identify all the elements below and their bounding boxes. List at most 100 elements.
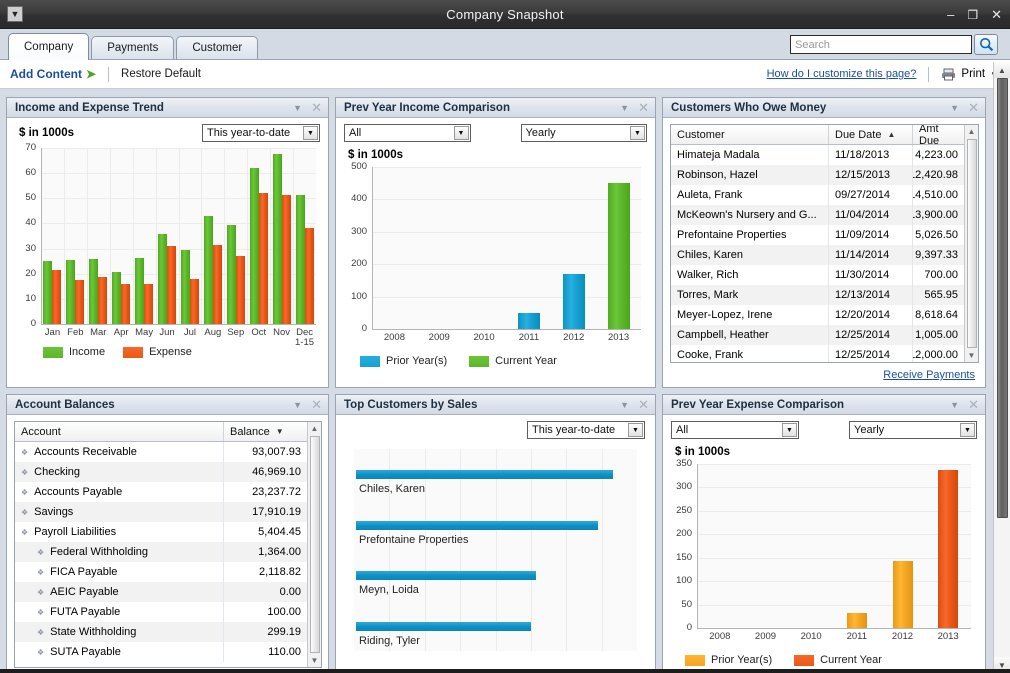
cell-account: ❖Savings <box>15 502 224 522</box>
close-icon[interactable]: ✕ <box>968 101 979 114</box>
table-row[interactable]: ❖State Withholding299.19 <box>15 622 307 642</box>
cell-due-date: 11/18/2013 <box>829 145 913 165</box>
table-row[interactable]: Torres, Mark12/13/2014565.95 <box>671 285 964 305</box>
chevron-down-icon[interactable]: ▼ <box>782 423 797 437</box>
table-row[interactable]: Auleta, Frank09/27/201414,510.00 <box>671 185 964 205</box>
column-header-balance[interactable]: Balance ▼ <box>224 422 307 441</box>
chevron-down-icon[interactable]: ▼ <box>293 400 302 410</box>
panel-body: Customer Due Date ▲ Amt Due Himateja Mad… <box>663 118 985 387</box>
add-content-button[interactable]: Add Content <box>10 67 82 81</box>
panel-body: All ▼ Yearly ▼ $ in 1000s 05010015020025… <box>663 415 985 673</box>
column-header-amt-due[interactable]: Amt Due <box>913 125 964 144</box>
scrollbar-thumb[interactable] <box>967 139 977 348</box>
table-row[interactable]: ❖Accounts Payable23,237.72 <box>15 482 307 502</box>
table-scrollbar[interactable]: ▲ ▼ <box>964 125 978 362</box>
chevron-down-icon[interactable]: ▼ <box>628 423 643 437</box>
chevron-down-icon[interactable]: ▼ <box>620 103 629 113</box>
table-row[interactable]: ❖FUTA Payable100.00 <box>15 602 307 622</box>
bar-expense-Feb <box>75 280 84 324</box>
receive-payments-link[interactable]: Receive Payments <box>883 369 975 381</box>
scroll-up-icon[interactable]: ▲ <box>311 422 319 435</box>
table-row[interactable]: Prefontaine Properties11/09/20145,026.50 <box>671 225 964 245</box>
close-icon[interactable]: ✕ <box>991 8 1002 21</box>
bar-income-May <box>135 258 144 324</box>
minimize-icon[interactable]: – <box>947 8 954 21</box>
table-row[interactable]: Himateja Madala11/18/20134,223.00 <box>671 145 964 165</box>
cell-account: ❖Accounts Receivable <box>15 442 224 462</box>
close-icon[interactable]: ✕ <box>638 101 649 114</box>
search-icon[interactable] <box>974 34 998 55</box>
category-separator <box>179 148 180 324</box>
scroll-down-icon[interactable]: ▼ <box>311 654 319 667</box>
table-scrollbar[interactable]: ▲ ▼ <box>307 422 321 667</box>
tab-customer[interactable]: Customer <box>176 36 258 59</box>
chevron-down-icon[interactable]: ▼ <box>303 126 318 140</box>
system-menu-icon[interactable]: ▼ <box>7 6 23 22</box>
interval-dropdown[interactable]: Yearly ▼ <box>521 124 648 142</box>
period-dropdown[interactable]: This year-to-date ▼ <box>527 421 645 439</box>
table-row[interactable]: ❖SUTA Payable110.00 <box>15 642 307 662</box>
table-row[interactable]: Meyer-Lopez, Irene12/20/20148,618.64 <box>671 305 964 325</box>
chevron-down-icon[interactable]: ▼ <box>293 103 302 113</box>
printer-icon[interactable] <box>941 68 956 81</box>
scroll-up-icon[interactable]: ▲ <box>968 125 976 138</box>
table-row[interactable]: Cooke, Frank12/25/201412,000.00 <box>671 345 964 362</box>
chevron-down-icon[interactable]: ▼ <box>950 103 959 113</box>
scrollbar-track[interactable] <box>994 78 1010 657</box>
period-dropdown[interactable]: This year-to-date ▼ <box>202 124 320 142</box>
cell-amt-due: 1,005.00 <box>913 325 964 345</box>
scrollbar-thumb[interactable] <box>997 78 1008 518</box>
y-axis-tick: 0 <box>663 622 692 633</box>
chevron-down-icon[interactable]: ▼ <box>960 423 975 437</box>
table-row[interactable]: Chiles, Karen11/14/20149,397.33 <box>671 245 964 265</box>
restore-default-button[interactable]: Restore Default <box>121 68 201 80</box>
cell-balance: 5,404.45 <box>224 522 307 542</box>
search-input[interactable] <box>790 35 972 54</box>
table-row[interactable]: ❖Accounts Receivable93,007.93 <box>15 442 307 462</box>
table-row[interactable]: McKeown's Nursery and G...11/04/201413,9… <box>671 205 964 225</box>
print-button[interactable]: Print <box>961 68 985 80</box>
table-row[interactable]: Campbell, Heather12/25/20141,005.00 <box>671 325 964 345</box>
cell-balance: 93,007.93 <box>224 442 307 462</box>
column-header-due-date[interactable]: Due Date ▲ <box>829 125 913 144</box>
column-header-customer[interactable]: Customer <box>671 125 829 144</box>
close-icon[interactable]: ✕ <box>638 398 649 411</box>
chevron-down-icon[interactable]: ▼ <box>454 126 469 140</box>
table-row[interactable]: ❖Payroll Liabilities5,404.45 <box>15 522 307 542</box>
add-content-arrow-icon[interactable]: ➤ <box>86 67 96 81</box>
close-icon[interactable]: ✕ <box>311 101 322 114</box>
table-body[interactable]: ❖Accounts Receivable93,007.93❖Checking46… <box>15 442 307 667</box>
table-row[interactable]: ❖Savings17,910.19 <box>15 502 307 522</box>
chevron-down-icon[interactable]: ▼ <box>620 400 629 410</box>
chevron-down-icon[interactable]: ▼ <box>950 400 959 410</box>
cell-amt-due: 700.00 <box>913 265 964 285</box>
table-row[interactable]: ❖AEIC Payable0.00 <box>15 582 307 602</box>
table-body[interactable]: Himateja Madala11/18/20134,223.00Robinso… <box>671 145 964 362</box>
tab-company[interactable]: Company <box>8 33 89 60</box>
y-axis <box>372 167 373 329</box>
chevron-down-icon[interactable]: ▼ <box>630 126 645 140</box>
table-row[interactable]: Walker, Rich11/30/2014700.00 <box>671 265 964 285</box>
bar-riding-tyler <box>356 622 531 631</box>
scroll-up-icon[interactable]: ▲ <box>994 62 1010 78</box>
table-row[interactable]: ❖FICA Payable2,118.82 <box>15 562 307 582</box>
tab-payments[interactable]: Payments <box>91 36 174 59</box>
close-icon[interactable]: ✕ <box>311 398 322 411</box>
entity-filter-dropdown[interactable]: All ▼ <box>344 124 471 142</box>
interval-dropdown[interactable]: Yearly ▼ <box>849 421 977 439</box>
close-icon[interactable]: ✕ <box>968 398 979 411</box>
column-header-account[interactable]: Account <box>15 422 224 441</box>
how-customize-link[interactable]: How do I customize this page? <box>767 68 917 80</box>
table-header: Account Balance ▼ <box>15 422 307 442</box>
table-row[interactable]: Robinson, Hazel12/15/201312,420.98 <box>671 165 964 185</box>
x-axis-tick: 2012 <box>880 632 926 642</box>
table-row[interactable]: ❖Checking46,969.10 <box>15 462 307 482</box>
entity-filter-dropdown[interactable]: All ▼ <box>671 421 799 439</box>
scroll-down-icon[interactable]: ▼ <box>968 349 976 362</box>
table-row[interactable]: ❖Federal Withholding1,364.00 <box>15 542 307 562</box>
scrollbar-thumb[interactable] <box>310 436 320 653</box>
page-scrollbar[interactable]: ▲ ▼ <box>993 62 1010 673</box>
diamond-bullet-icon: ❖ <box>37 608 44 617</box>
legend-label: Income <box>69 346 105 358</box>
maximize-icon[interactable]: ❐ <box>967 9 978 21</box>
